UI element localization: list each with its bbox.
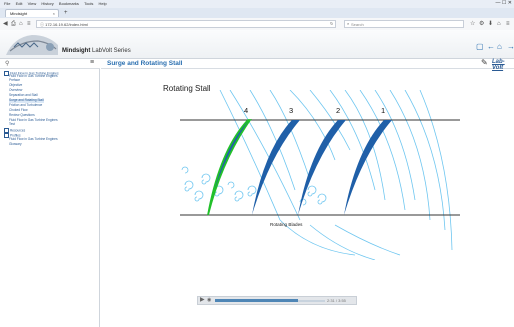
forward-arrow-icon[interactable]: → <box>507 42 514 51</box>
diagram-caption: Rotating Blades <box>270 222 303 227</box>
tab-title: Mindsight <box>10 11 28 16</box>
menu-icon[interactable]: ≡ <box>506 20 510 28</box>
tab-close-icon[interactable]: × <box>53 10 55 18</box>
app-banner <box>0 30 514 59</box>
brand-rest: LabVolt Series <box>90 48 131 54</box>
chat-icon[interactable]: ▢ <box>476 42 484 51</box>
back-arrow-icon[interactable]: ← <box>487 42 495 51</box>
window-controls[interactable]: — ☐ ✕ <box>496 0 512 6</box>
menu-bookmarks[interactable]: Bookmarks <box>59 1 79 6</box>
blade-number-4: 4 <box>244 106 249 115</box>
content-header-divider <box>101 68 514 69</box>
menu-edit[interactable]: Edit <box>16 1 23 6</box>
menu-view[interactable]: View <box>28 1 37 6</box>
search-icon: ⌕ <box>347 21 350 26</box>
labvolt-logo: Lab-Volt <box>492 59 505 71</box>
page-title: Surge and Rotating Stall <box>107 60 183 67</box>
menu-history[interactable]: History <box>41 1 53 6</box>
sidebar-pin-icon[interactable]: ⚲ <box>5 60 9 67</box>
home-nav-icon[interactable]: ⌂ <box>19 20 23 28</box>
time-display: 2:31 / 3:55 <box>327 298 346 303</box>
blade-2 <box>298 120 346 215</box>
blade-number-1: 1 <box>381 106 386 115</box>
play-icon[interactable]: ▶ <box>200 297 205 304</box>
airflow-lines <box>219 90 453 260</box>
search-input[interactable]: Search <box>344 20 464 28</box>
hamburger-menu-icon[interactable]: ≡ <box>90 59 94 66</box>
menu-nav-icon[interactable]: ≡ <box>27 20 31 28</box>
print-icon[interactable]: ⎙ <box>11 20 16 28</box>
progress-fill <box>215 299 298 302</box>
turbine-logo-icon <box>6 35 58 55</box>
stall-vortex-icons <box>181 166 327 206</box>
toc-label: Resources <box>10 128 26 133</box>
blade-number-2: 2 <box>336 106 341 115</box>
home-banner-icon[interactable]: ⌂ <box>497 42 502 51</box>
back-icon[interactable]: ◀ <box>3 20 8 28</box>
download-icon[interactable]: ⬇ <box>488 20 493 28</box>
home-icon[interactable]: ⌂ <box>497 20 501 28</box>
tab-strip <box>0 8 514 18</box>
browser-tab[interactable]: Mindsight × <box>5 9 59 17</box>
blade-4-stalled <box>207 119 252 216</box>
bookmark-icon[interactable]: ⚙ <box>479 20 484 28</box>
tools-icon[interactable]: ✎ <box>481 58 488 67</box>
reload-icon[interactable]: ↻ <box>330 20 333 28</box>
toc-item-test-title[interactable]: Fluid Flow in Gas Turbine Engines <box>9 118 58 123</box>
brand-title: Mindsight LabVolt Series <box>62 48 131 54</box>
sidebar-header <box>0 59 100 69</box>
rotating-stall-diagram <box>180 90 460 260</box>
menu-tools[interactable]: Tools <box>84 1 93 6</box>
blade-number-3: 3 <box>289 106 294 115</box>
star-icon[interactable]: ☆ <box>470 20 475 28</box>
new-tab-button[interactable]: + <box>64 9 68 17</box>
menu-file[interactable]: File <box>4 1 10 6</box>
address-bar[interactable]: ⓘ 172.16.19.62/index.html <box>36 20 336 28</box>
toc-item-test[interactable]: Test <box>9 122 15 127</box>
volume-icon[interactable]: ◉ <box>207 297 211 304</box>
menu-help[interactable]: Help <box>99 1 107 6</box>
brand-bold: Mindsight <box>62 48 91 54</box>
toc-item-glossary[interactable]: Glossary <box>9 142 22 147</box>
